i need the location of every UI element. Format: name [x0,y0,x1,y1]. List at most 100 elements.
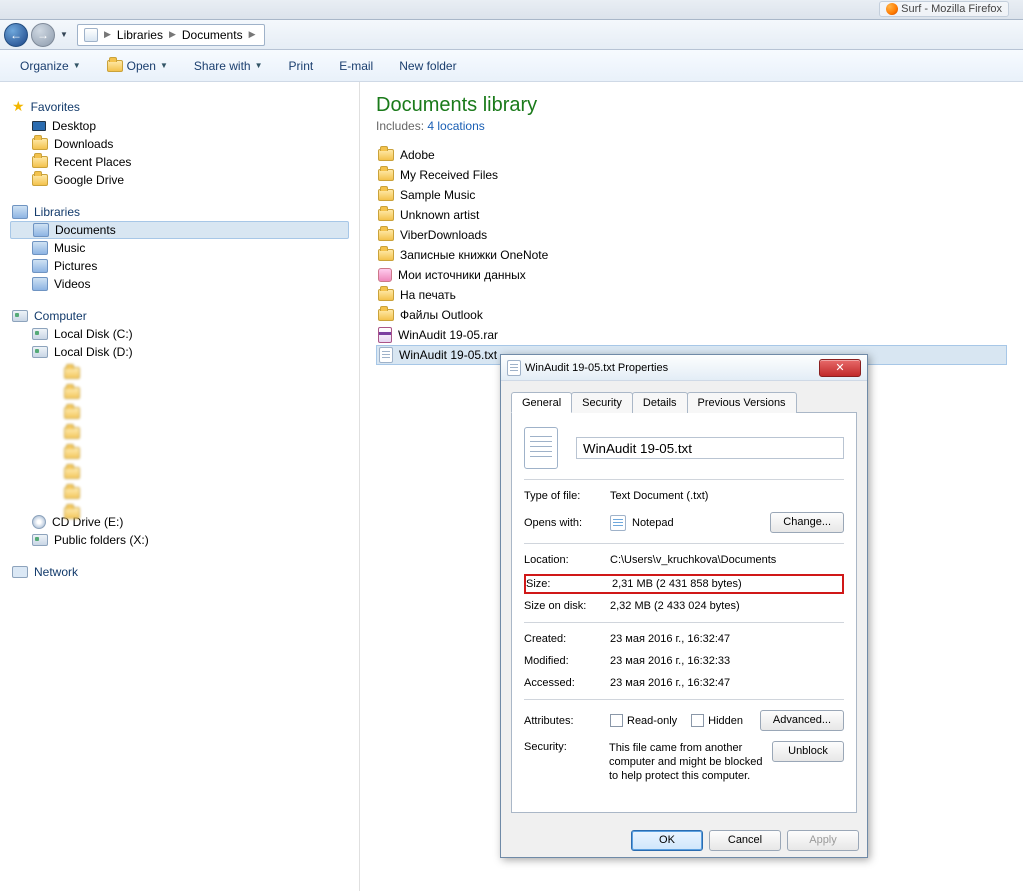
fav-gdrive[interactable]: Google Drive [10,171,349,189]
toolbar: Organize ▼ Open ▼ Share with ▼ Print E-m… [0,50,1023,82]
folder-item[interactable]: На печать [376,285,1007,305]
caret-down-icon: ▼ [160,61,168,70]
desktop-icon [32,121,46,131]
network-group[interactable]: Network [12,565,349,579]
folder-item[interactable]: Файлы Outlook [376,305,1007,325]
disc-icon [32,515,46,529]
apply-button[interactable]: Apply [787,830,859,851]
lib-music[interactable]: Music [10,239,349,257]
tab-previous-versions[interactable]: Previous Versions [687,392,797,413]
tab-security[interactable]: Security [571,392,633,413]
drive-icon [32,328,48,340]
properties-dialog: WinAudit 19-05.txt Properties ✕ General … [500,354,868,858]
libraries-group[interactable]: Libraries [12,205,349,219]
file-item[interactable]: WinAudit 19-05.rar [376,325,1007,345]
network-label: Network [34,565,78,579]
network-drive-icon [32,534,48,546]
lib-pictures[interactable]: Pictures [10,257,349,275]
unblock-button[interactable]: Unblock [772,741,844,762]
tab-details[interactable]: Details [632,392,688,413]
size-on-disk-label: Size on disk: [524,600,610,612]
drive-label: Public folders (X:) [54,533,149,547]
forward-button[interactable]: → [31,23,55,47]
file-name: Adobe [400,148,435,162]
file-name: WinAudit 19-05.rar [398,328,498,342]
modified-label: Modified: [524,655,610,667]
computer-icon [12,310,28,322]
print-button[interactable]: Print [283,56,320,76]
favorites-group[interactable]: ★ Favorites [12,98,349,115]
lib-label: Music [54,241,85,255]
open-menu[interactable]: Open ▼ [101,56,174,76]
file-name: Мои источники данных [398,268,526,282]
chevron-right-icon: ▶ [104,29,111,40]
security-text: This file came from another computer and… [609,741,772,783]
locations-link[interactable]: 4 locations [427,119,484,133]
folder-item[interactable]: My Received Files [376,165,1007,185]
back-button[interactable]: ← [4,23,28,47]
readonly-checkbox[interactable]: Read-only [610,714,677,727]
datasource-icon [378,268,392,282]
created-value: 23 мая 2016 г., 16:32:47 [610,633,844,645]
breadcrumb-root[interactable]: Libraries [117,28,163,42]
folder-item[interactable]: Adobe [376,145,1007,165]
ok-button[interactable]: OK [631,830,703,851]
breadcrumb-current[interactable]: Documents [182,28,243,42]
nav-bar: ← → ▼ ▶ Libraries ▶ Documents ▶ [0,20,1023,50]
filename-input[interactable] [576,437,844,459]
libraries-label: Libraries [34,205,80,219]
advanced-button[interactable]: Advanced... [760,710,844,731]
cancel-button[interactable]: Cancel [709,830,781,851]
file-name: Unknown artist [400,208,479,222]
browser-tab[interactable]: Surf - Mozilla Firefox [879,1,1009,17]
location-value: C:\Users\v_kruchkova\Documents [610,554,844,566]
lib-documents[interactable]: Documents [10,221,349,239]
folder-item[interactable]: ViberDownloads [376,225,1007,245]
hidden-checkbox[interactable]: Hidden [691,714,743,727]
star-icon: ★ [12,98,25,115]
file-name: Записные книжки OneNote [400,248,548,262]
drive-c[interactable]: Local Disk (C:) [10,325,349,343]
favorites-label: Favorites [31,100,80,114]
folder-icon [378,249,394,261]
file-name: ViberDownloads [400,228,487,242]
size-on-disk-value: 2,32 MB (2 433 024 bytes) [610,600,844,612]
opens-with-value: Notepad [632,517,674,529]
lib-videos[interactable]: Videos [10,275,349,293]
new-folder-button[interactable]: New folder [393,56,462,76]
breadcrumb[interactable]: ▶ Libraries ▶ Documents ▶ [77,24,265,46]
file-name: На печать [400,288,456,302]
rar-icon [378,327,392,343]
accessed-value: 23 мая 2016 г., 16:32:47 [610,677,844,689]
documents-icon [33,223,49,237]
dialog-title: WinAudit 19-05.txt Properties [525,362,819,374]
tab-strip: General Security Details Previous Versio… [511,391,857,413]
folder-item[interactable]: Sample Music [376,185,1007,205]
library-title: Documents library [376,94,1007,117]
pictures-icon [32,259,48,273]
dialog-buttons: OK Cancel Apply [631,830,859,851]
attributes-label: Attributes: [524,715,610,727]
history-dropdown[interactable]: ▼ [58,30,70,39]
drive-d[interactable]: Local Disk (D:) [10,343,349,361]
organize-menu[interactable]: Organize ▼ [14,56,87,76]
drive-public[interactable]: Public folders (X:) [10,531,349,549]
library-subtitle: Includes: 4 locations [376,119,1007,133]
change-button[interactable]: Change... [770,512,844,533]
folder-item[interactable]: Мои источники данных [376,265,1007,285]
folder-icon [32,156,48,168]
fav-label: Downloads [54,137,113,151]
computer-group[interactable]: Computer [12,309,349,323]
fav-recent[interactable]: Recent Places [10,153,349,171]
folder-item[interactable]: Записные книжки OneNote [376,245,1007,265]
fav-desktop[interactable]: Desktop [10,117,349,135]
fav-downloads[interactable]: Downloads [10,135,349,153]
tab-general[interactable]: General [511,392,572,413]
readonly-label: Read-only [627,715,677,727]
checkbox-icon [691,714,704,727]
close-button[interactable]: ✕ [819,359,861,377]
folder-item[interactable]: Unknown artist [376,205,1007,225]
email-button[interactable]: E-mail [333,56,379,76]
share-menu[interactable]: Share with ▼ [188,56,269,76]
dialog-titlebar[interactable]: WinAudit 19-05.txt Properties ✕ [501,355,867,381]
